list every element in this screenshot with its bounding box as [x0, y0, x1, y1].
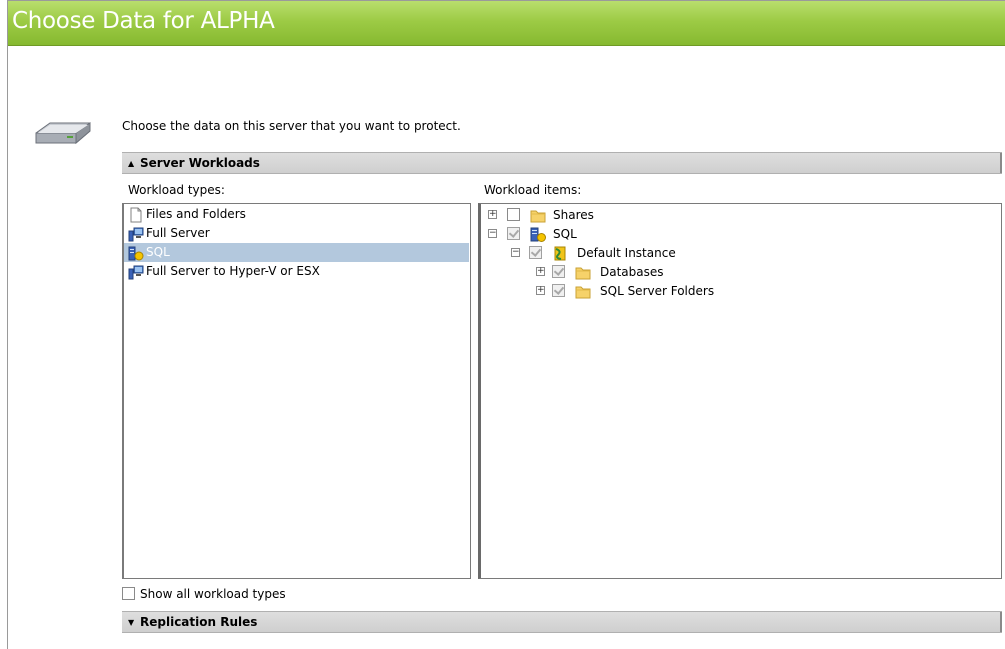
- shares-checkbox[interactable]: [507, 208, 520, 221]
- tree-node-label: SQL Server Folders: [600, 284, 715, 298]
- tree-node-shares[interactable]: + Shares: [481, 206, 981, 225]
- tree-node-sql[interactable]: − SQL: [481, 225, 981, 244]
- workload-items-label: Workload items:: [484, 183, 582, 197]
- expand-plus-icon[interactable]: +: [536, 267, 545, 276]
- intro-text: Choose the data on this server that you …: [122, 119, 461, 133]
- server-workloads-section-header: ▲ Server Workloads: [122, 152, 1002, 174]
- tree-node-label: Databases: [600, 265, 664, 279]
- expand-arrow-icon: ▼: [128, 618, 135, 627]
- default-instance-checkbox[interactable]: [529, 246, 542, 259]
- folder-icon: [575, 267, 591, 280]
- tree-node-default-instance[interactable]: − Default Instance: [481, 244, 981, 263]
- workload-type-item[interactable]: Files and Folders: [124, 205, 469, 224]
- folder-icon: [530, 210, 546, 223]
- workload-type-label: SQL: [146, 245, 170, 259]
- show-all-label: Show all workload types: [140, 587, 286, 601]
- tree-node-label: Shares: [553, 208, 594, 222]
- server-workloads-toggle[interactable]: ▲ Server Workloads: [128, 156, 298, 171]
- server-workloads-label: Server Workloads: [140, 156, 260, 170]
- folder-icon: [575, 286, 591, 299]
- tree-node-label: Default Instance: [577, 246, 676, 260]
- collapse-arrow-icon: ▲: [128, 159, 135, 168]
- replication-rules-label: Replication Rules: [140, 615, 258, 629]
- section-edge: [1000, 612, 1002, 632]
- page-title: Choose Data for ALPHA: [12, 8, 275, 34]
- workload-type-item[interactable]: Full Server: [124, 224, 469, 243]
- expand-plus-icon[interactable]: +: [488, 210, 497, 219]
- workload-type-item-selected[interactable]: SQL: [124, 243, 469, 262]
- sql-instance-icon: [554, 246, 566, 261]
- expand-plus-icon[interactable]: +: [536, 286, 545, 295]
- collapse-minus-icon[interactable]: −: [511, 248, 520, 257]
- workload-type-label: Files and Folders: [146, 207, 246, 221]
- replication-rules-toggle[interactable]: ▼ Replication Rules: [128, 615, 298, 630]
- collapse-minus-icon[interactable]: −: [488, 229, 497, 238]
- section-edge: [1000, 153, 1002, 173]
- sql-checkbox[interactable]: [507, 227, 520, 240]
- tree-node-label: SQL: [553, 227, 577, 241]
- page-header: Choose Data for ALPHA: [8, 1, 1005, 46]
- databases-checkbox[interactable]: [552, 265, 565, 278]
- server-icon: [128, 265, 144, 280]
- sql-server-icon: [128, 246, 144, 261]
- workload-types-label: Workload types:: [128, 183, 225, 197]
- workload-type-item[interactable]: Full Server to Hyper-V or ESX: [124, 262, 469, 281]
- document-icon: [130, 207, 142, 223]
- replication-rules-section-header: ▼ Replication Rules: [122, 611, 1002, 633]
- tree-node-sql-server-folders[interactable]: + SQL Server Folders: [481, 282, 981, 301]
- workload-items-tree[interactable]: + Shares − SQL − Default Instance + Data…: [478, 203, 1002, 579]
- server-disk-icon: [35, 122, 91, 145]
- server-icon: [128, 227, 144, 242]
- show-all-checkbox[interactable]: [122, 587, 135, 600]
- sql-server-icon: [530, 227, 546, 242]
- workload-type-label: Full Server: [146, 226, 210, 240]
- sql-server-folders-checkbox[interactable]: [552, 284, 565, 297]
- tree-node-databases[interactable]: + Databases: [481, 263, 981, 282]
- workload-types-list[interactable]: Files and Folders Full Server SQL Full S…: [122, 203, 471, 579]
- window-frame-left: [7, 0, 8, 649]
- workload-type-label: Full Server to Hyper-V or ESX: [146, 264, 320, 278]
